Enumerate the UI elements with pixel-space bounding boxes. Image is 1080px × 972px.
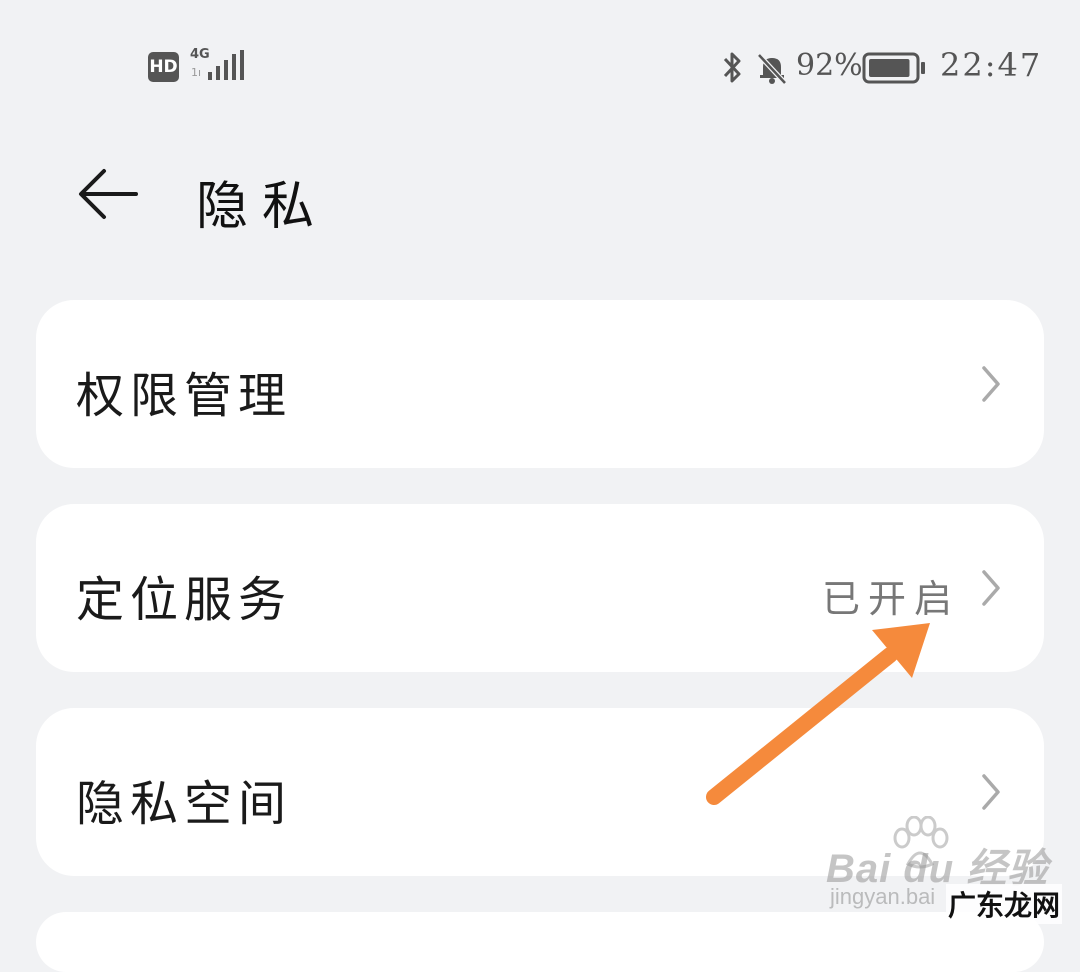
watermark-brand: 广东龙网: [946, 884, 1063, 924]
page-header: 隐私: [0, 150, 1080, 250]
setting-label: 权限管理: [76, 368, 293, 424]
status-bar: HD 4G 1ı 92% 22:47: [0, 0, 1080, 135]
arrow-left-icon[interactable]: [76, 167, 140, 221]
chevron-right-icon: [982, 570, 1000, 606]
chevron-right-icon: [982, 366, 1000, 402]
chevron-right-icon: [982, 774, 1000, 810]
page-title: 隐私: [196, 177, 329, 237]
bell-off-icon: [757, 53, 787, 85]
bluetooth-icon: [723, 52, 741, 83]
battery-icon: [862, 52, 925, 84]
battery-percent: 92%: [796, 48, 863, 83]
setting-label: 隐私空间: [76, 776, 293, 832]
setting-label: 定位服务: [76, 572, 293, 628]
setting-permission-management[interactable]: 权限管理: [36, 300, 1044, 468]
annotation-arrow: [706, 623, 930, 805]
clock: 22:47: [940, 46, 1043, 84]
watermark-url: jingyan.bai: [830, 884, 936, 909]
setting-next-item[interactable]: [36, 912, 1044, 972]
hd-badge: HD: [148, 52, 179, 82]
signal-icon: [208, 50, 244, 80]
network-activity: 1ı: [191, 66, 202, 79]
